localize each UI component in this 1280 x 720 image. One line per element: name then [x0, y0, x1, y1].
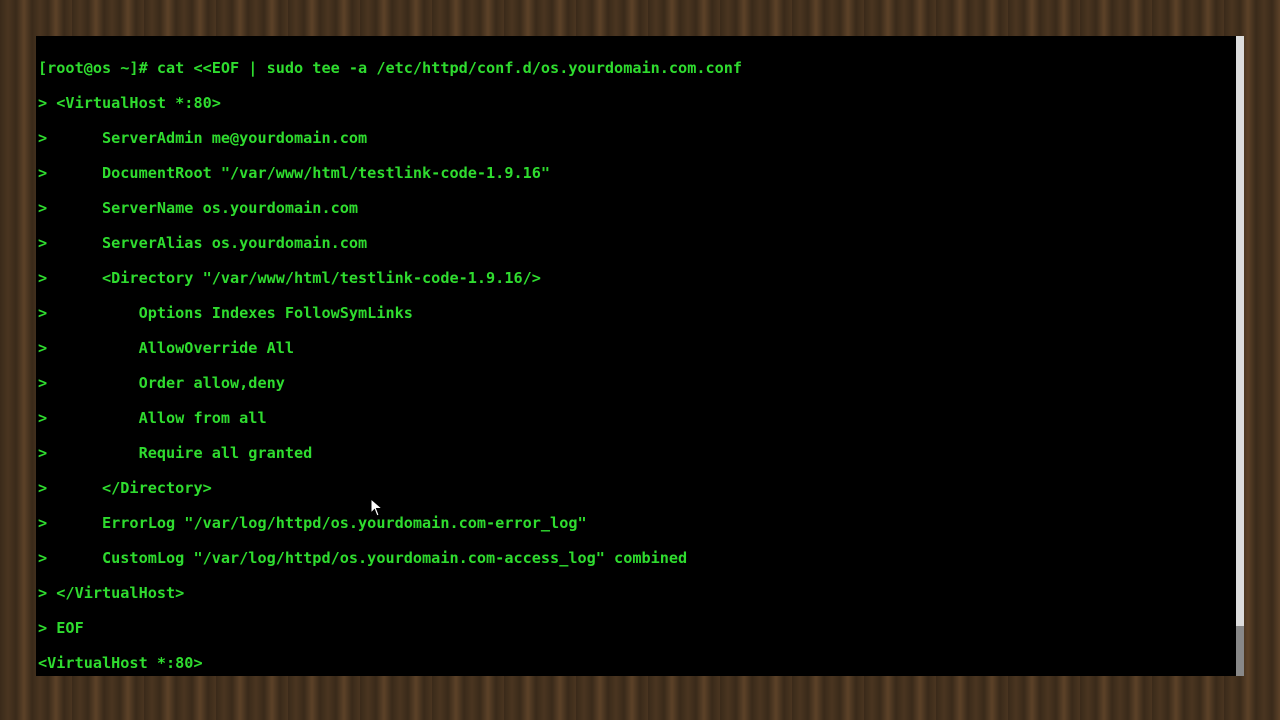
terminal-scrollbar[interactable]: [1236, 36, 1244, 676]
terminal-line: > </VirtualHost>: [38, 585, 1242, 603]
terminal-line: > <VirtualHost *:80>: [38, 95, 1242, 113]
terminal-line: > Allow from all: [38, 410, 1242, 428]
terminal-line: > AllowOverride All: [38, 340, 1242, 358]
terminal-line: > ServerName os.yourdomain.com: [38, 200, 1242, 218]
terminal-line: > <Directory "/var/www/html/testlink-cod…: [38, 270, 1242, 288]
terminal-line: > ServerAdmin me@yourdomain.com: [38, 130, 1242, 148]
terminal-line: > ErrorLog "/var/log/httpd/os.yourdomain…: [38, 515, 1242, 533]
terminal-line: > Order allow,deny: [38, 375, 1242, 393]
terminal-window[interactable]: [root@os ~]# cat <<EOF | sudo tee -a /et…: [36, 36, 1244, 676]
terminal-line: <VirtualHost *:80>: [38, 655, 1242, 673]
terminal-line: > </Directory>: [38, 480, 1242, 498]
terminal-line: > Require all granted: [38, 445, 1242, 463]
terminal-line: > CustomLog "/var/log/httpd/os.yourdomai…: [38, 550, 1242, 568]
terminal-line: > ServerAlias os.yourdomain.com: [38, 235, 1242, 253]
terminal-line: > EOF: [38, 620, 1242, 638]
scrollbar-thumb[interactable]: [1236, 626, 1244, 676]
terminal-line: > Options Indexes FollowSymLinks: [38, 305, 1242, 323]
terminal-line: > DocumentRoot "/var/www/html/testlink-c…: [38, 165, 1242, 183]
terminal-line: [root@os ~]# cat <<EOF | sudo tee -a /et…: [38, 60, 1242, 78]
